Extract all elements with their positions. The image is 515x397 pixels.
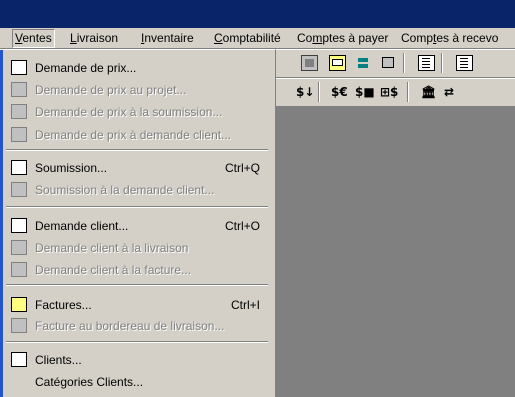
invoice-delivery-slip-icon <box>11 318 27 333</box>
clients-toolbar-icon[interactable] <box>380 55 397 71</box>
price-client-request-icon <box>11 127 27 142</box>
menu-item-categories-clients[interactable]: Catégories Clients... <box>6 372 272 392</box>
client-delivery-icon <box>11 240 27 255</box>
menu-item-soumission-a-la-demande-client: Soumission à la demande client... <box>6 180 272 200</box>
menu-item-soumission[interactable]: Soumission... Ctrl+Q <box>6 158 272 178</box>
client-request-icon <box>11 218 27 233</box>
menu-item-demande-client-a-la-livraison: Demande client à la livraison <box>6 238 272 258</box>
report-icon[interactable] <box>418 55 435 71</box>
menu-item-demande-de-prix[interactable]: Demande de prix... <box>6 58 272 78</box>
menu-livraison[interactable]: Livraison <box>70 31 118 46</box>
invoices-icon <box>11 297 27 312</box>
menu-item-demande-de-prix-au-projet: Demande de prix au projet... <box>6 80 272 100</box>
toolbar-separator <box>407 82 409 102</box>
price-submission-icon <box>11 104 27 119</box>
bank-icon[interactable]: 🏛 <box>421 84 436 100</box>
clients-icon <box>11 352 27 367</box>
submission-icon <box>11 160 27 175</box>
toolbar-separator <box>441 53 443 73</box>
menu-comptes-a-recevoir[interactable]: Comptes à recevo <box>401 31 498 46</box>
calculator-icon[interactable] <box>301 55 318 71</box>
menu-inventaire[interactable]: Inventaire <box>141 31 194 46</box>
payments-icon[interactable]: $↓ <box>296 84 314 100</box>
menu-separator <box>6 149 268 151</box>
menu-comptabilite[interactable]: Comptabilité <box>214 31 281 46</box>
menu-separator <box>6 206 268 208</box>
toolbar-separator <box>403 53 405 73</box>
price-request-icon <box>11 60 27 75</box>
statement-icon[interactable]: ⊞$ <box>380 84 398 100</box>
submission-client-icon <box>11 182 27 197</box>
deposit-icon[interactable]: $■ <box>355 84 375 100</box>
menu-separator <box>6 341 268 343</box>
project-price-icon <box>11 82 27 97</box>
menu-separator <box>6 284 268 286</box>
transfer-icon[interactable] <box>355 55 372 71</box>
menu-item-demande-client-a-la-facture: Demande client à la facture... <box>6 260 272 280</box>
mail-icon[interactable] <box>329 55 346 71</box>
print-preview-icon[interactable] <box>456 55 473 71</box>
toolbar-separator <box>318 82 320 102</box>
menu-item-demande-de-prix-a-la-soumission: Demande de prix à la soumission... <box>6 102 272 122</box>
menu-item-demande-de-prix-a-demande-client: Demande de prix à demande client... <box>6 125 272 145</box>
menu-item-facture-au-bordereau-de-livraison: Facture au bordereau de livraison... <box>6 316 272 336</box>
menu-item-demande-client[interactable]: Demande client... Ctrl+O <box>6 216 272 236</box>
menu-comptes-a-payer[interactable]: Comptes à payer <box>297 31 388 46</box>
menu-item-factures[interactable]: Factures... Ctrl+I <box>6 295 272 315</box>
title-bar <box>0 0 515 28</box>
menu-bar: Ventes Livraison Inventaire Comptabilité… <box>0 28 515 49</box>
client-invoice-icon <box>11 262 27 277</box>
bank-transfer-icon[interactable]: ⇄ <box>444 84 454 100</box>
menu-ventes[interactable]: Ventes <box>12 29 55 48</box>
currency-icon[interactable]: $€ <box>331 84 348 100</box>
menu-item-clients[interactable]: Clients... <box>6 350 272 370</box>
ventes-dropdown-menu: Demande de prix... Demande de prix au pr… <box>0 49 276 397</box>
